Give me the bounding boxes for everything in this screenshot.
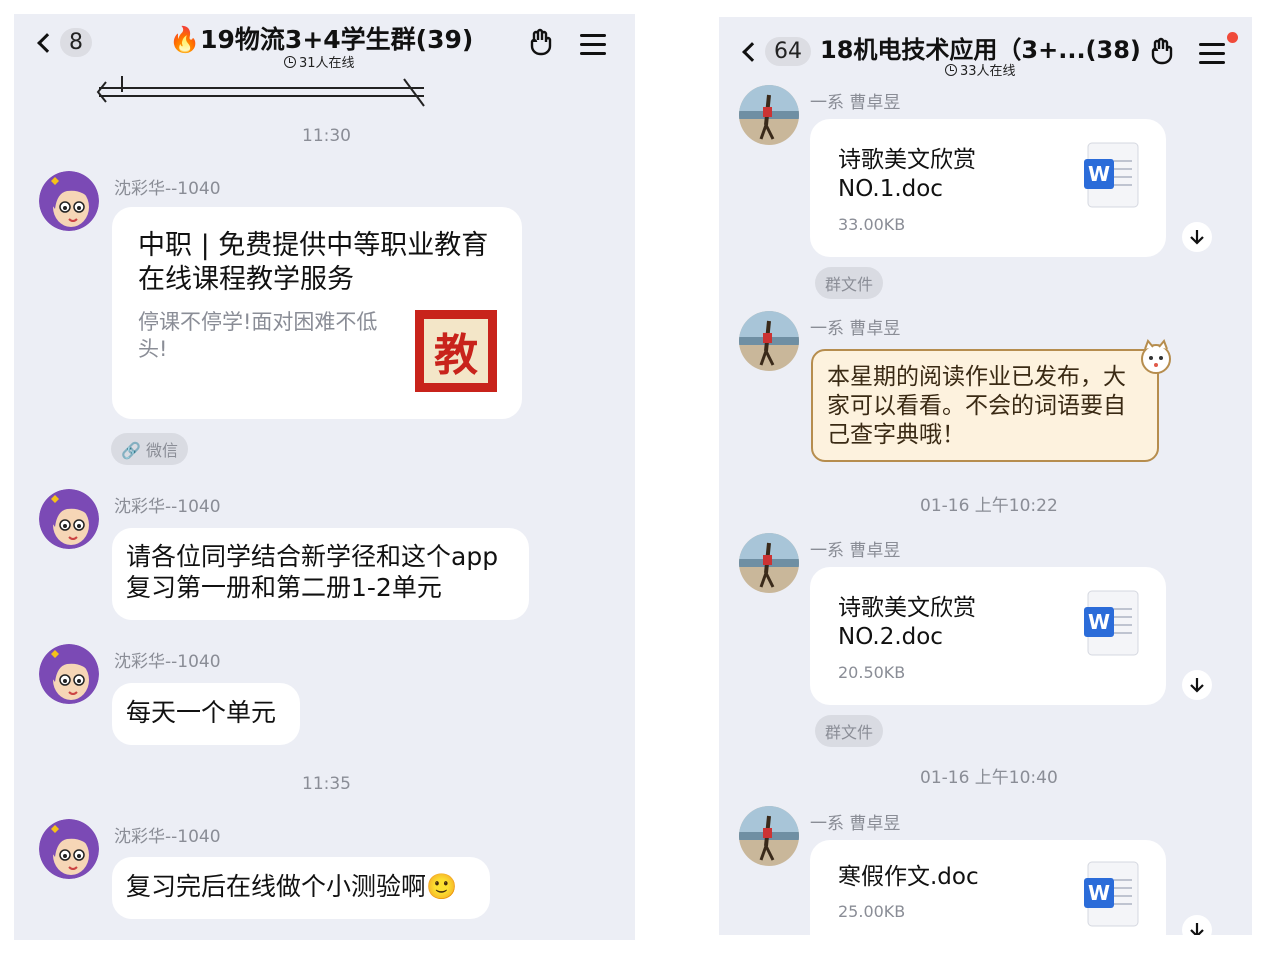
word-file-icon: W	[1084, 142, 1139, 208]
sender-name: 一系 曹卓昱	[810, 814, 901, 834]
smile-emoji-icon: 🙂	[426, 872, 458, 901]
sender-name: 沈彩华--1040	[114, 497, 221, 517]
timestamp: 01-16 上午10:40	[920, 768, 1058, 788]
online-count: 33人在线	[960, 64, 1016, 79]
chat-title-text: 19物流3+4学生群(39)	[200, 25, 474, 54]
avatar[interactable]	[739, 85, 799, 145]
message-text: 每天一个单元	[126, 698, 277, 727]
svg-text:W: W	[1088, 162, 1110, 186]
avatar[interactable]	[739, 806, 799, 866]
avatar-cartoon-girl-icon	[39, 644, 99, 704]
back-arrow-icon	[37, 32, 57, 53]
fire-icon: 🔥	[169, 25, 201, 54]
file-card[interactable]: 诗歌美文欣赏NO.2.doc 20.50KB W	[810, 567, 1166, 705]
menu-icon[interactable]	[1199, 43, 1225, 65]
download-button[interactable]	[1182, 670, 1212, 700]
hand-gesture-icon[interactable]	[526, 28, 556, 65]
message-text: 复习完后在线做个小测验啊🙂	[126, 871, 476, 902]
sender-name: 沈彩华--1040	[114, 827, 221, 847]
word-file-icon: W	[1084, 861, 1139, 927]
unread-count-badge: 64	[765, 37, 811, 66]
online-status: 33人在线	[945, 60, 1016, 79]
left-chat-header: 8 🔥19物流3+4学生群(39) 31人在线	[14, 14, 635, 78]
online-clock-icon	[945, 64, 957, 76]
back-arrow-icon	[742, 41, 762, 62]
avatar[interactable]	[39, 171, 99, 231]
unread-dot	[1227, 32, 1238, 43]
sender-name: 沈彩华--1040	[114, 179, 221, 199]
sender-name: 一系 曹卓昱	[810, 541, 901, 561]
svg-text:W: W	[1088, 881, 1110, 905]
source-tag[interactable]: 🔗 微信	[111, 433, 189, 465]
unread-count-badge: 8	[60, 28, 92, 57]
group-file-tag[interactable]: 群文件	[815, 715, 884, 747]
online-status: 31人在线	[284, 52, 355, 71]
file-size: 33.00KB	[838, 215, 906, 234]
download-button[interactable]	[1182, 915, 1212, 935]
avatar[interactable]	[39, 644, 99, 704]
message-text: 本星期的阅读作业已发布，大家可以看看。不会的词语要自己查字典哦！	[827, 364, 1126, 448]
link-card-thumbnail: 教	[415, 310, 497, 392]
link-card[interactable]: 中职 | 免费提供中等职业教育在线课程教学服务 停课不停学!面对困难不低头! 教	[112, 207, 522, 419]
avatar[interactable]	[39, 489, 99, 549]
sender-name: 沈彩华--1040	[114, 652, 221, 672]
right-chat-header: 64 18机电技术应用（3+...(38) 33人在线	[719, 17, 1252, 87]
file-name: 诗歌美文欣赏NO.1.doc	[838, 147, 976, 202]
message-bubble[interactable]: 请各位同学结合新学径和这个app复习第一册和第二册1-2单元	[112, 528, 529, 620]
message-bubble[interactable]: 每天一个单元	[112, 683, 300, 745]
timestamp: 11:30	[302, 126, 351, 146]
avatar[interactable]	[39, 819, 99, 879]
avatar-cartoon-girl-icon	[39, 171, 99, 231]
svg-text:W: W	[1088, 610, 1110, 634]
avatar-beach-photo-icon	[739, 85, 799, 145]
left-chat-window: 8 🔥19物流3+4学生群(39) 31人在线 11:30 沈彩华--1040 …	[14, 14, 635, 940]
file-name: 诗歌美文欣赏NO.2.doc	[838, 595, 976, 650]
back-button[interactable]: 8	[37, 28, 92, 57]
file-card[interactable]: 诗歌美文欣赏NO.1.doc 33.00KB W	[810, 119, 1166, 257]
word-file-icon: W	[1084, 590, 1139, 656]
avatar-beach-photo-icon	[739, 311, 799, 371]
online-count: 31人在线	[299, 56, 355, 71]
online-clock-icon	[284, 56, 296, 68]
sender-name: 一系 曹卓昱	[810, 319, 901, 339]
source-tag-label: 微信	[146, 441, 179, 460]
file-size: 20.50KB	[838, 663, 906, 682]
download-arrow-icon	[1190, 678, 1204, 693]
avatar-cartoon-girl-icon	[39, 489, 99, 549]
timestamp: 11:35	[302, 774, 351, 794]
avatar[interactable]	[739, 311, 799, 371]
right-chat-window: 64 18机电技术应用（3+...(38) 33人在线 一系 曹卓昱 诗歌美文欣…	[719, 17, 1252, 935]
chat-title[interactable]: 🔥19物流3+4学生群(39)	[169, 20, 473, 56]
message-text-content: 复习完后在线做个小测验啊	[126, 872, 427, 901]
menu-icon[interactable]	[580, 34, 606, 56]
message-bubble[interactable]: 复习完后在线做个小测验啊🙂	[112, 857, 490, 919]
file-card[interactable]: 寒假作文.doc 25.00KB W	[810, 840, 1166, 935]
link-card-description: 停课不停学!面对困难不低头!	[138, 310, 378, 361]
group-file-tag[interactable]: 群文件	[815, 267, 884, 299]
link-icon: 🔗	[121, 441, 141, 460]
avatar[interactable]	[739, 533, 799, 593]
avatar-beach-photo-icon	[739, 533, 799, 593]
sender-name: 一系 曹卓昱	[810, 93, 901, 113]
file-size: 25.00KB	[838, 902, 906, 921]
hand-gesture-icon[interactable]	[1147, 37, 1177, 74]
avatar-cartoon-girl-icon	[39, 819, 99, 879]
back-button[interactable]: 64	[742, 37, 811, 66]
thumbnail-character: 教	[424, 319, 488, 383]
partial-image-diagram[interactable]	[94, 74, 434, 114]
themed-message-bubble[interactable]: 本星期的阅读作业已发布，大家可以看看。不会的词语要自己查字典哦！	[811, 349, 1159, 462]
download-button[interactable]	[1182, 222, 1212, 252]
timestamp: 01-16 上午10:22	[920, 496, 1058, 516]
lucky-cat-icon	[1141, 339, 1171, 374]
file-name: 寒假作文.doc	[838, 864, 979, 890]
download-arrow-icon	[1190, 230, 1204, 245]
link-card-title: 中职 | 免费提供中等职业教育在线课程教学服务	[138, 230, 489, 295]
message-text: 请各位同学结合新学径和这个app复习第一册和第二册1-2单元	[126, 542, 499, 602]
avatar-beach-photo-icon	[739, 806, 799, 866]
download-arrow-icon	[1190, 923, 1204, 935]
